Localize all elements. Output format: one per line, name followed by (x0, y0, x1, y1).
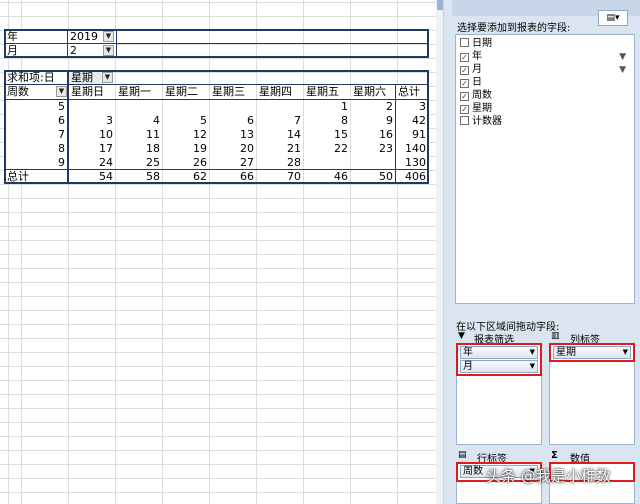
pivot-rowlabel-divider (67, 70, 69, 184)
field-item-counter[interactable]: 计数器 (460, 115, 502, 128)
checkbox-checked-icon[interactable]: ✓ (460, 105, 469, 114)
choose-fields-label: 选择要添加到报表的字段: (457, 23, 571, 34)
layout-icon: ▤▾ (606, 13, 620, 23)
checkbox-checked-icon[interactable]: ✓ (460, 79, 469, 88)
checkbox-checked-icon[interactable]: ✓ (460, 66, 469, 75)
worksheet[interactable]: 年 2019 ▼ 月 2 ▼ 求和项:日 星期 ▼ 周数 ▼ 星期日 星期一 星… (0, 0, 436, 504)
field-item-month[interactable]: ✓ 月 (460, 63, 482, 76)
field-name: 星期 (472, 103, 492, 114)
checkbox-icon[interactable] (460, 38, 469, 47)
field-list-box: 日期 ✓ 年 ✓ 月 ✓ 日 ✓ 周数 ✓ 星期 计数器 ▼ ▼ (455, 34, 635, 304)
field-name: 计数器 (472, 116, 502, 127)
filter-funnel-icon: ▼ (619, 52, 626, 62)
highlight-box (456, 343, 542, 376)
pivot-total-col-divider (395, 84, 396, 184)
checkbox-checked-icon[interactable]: ✓ (460, 53, 469, 62)
field-item-year[interactable]: ✓ 年 (460, 50, 482, 63)
field-item-day[interactable]: ✓ 日 (460, 76, 482, 89)
checkbox-icon[interactable] (460, 116, 469, 125)
field-name: 日期 (472, 38, 492, 49)
filter-funnel-icon: ▼ (619, 65, 626, 75)
field-name: 日 (472, 77, 482, 88)
field-item-weekday[interactable]: ✓ 星期 (460, 102, 492, 115)
field-name: 月 (472, 64, 482, 75)
field-name: 周数 (472, 90, 492, 101)
column-label-icon: ▥ (551, 331, 560, 341)
filter-col-divider (67, 29, 68, 58)
checkbox-checked-icon[interactable]: ✓ (460, 92, 469, 101)
row-label-icon: ▤ (458, 450, 467, 460)
field-name: 年 (472, 51, 482, 62)
watermark-text: 头条 @我是小稚数 (486, 467, 611, 485)
sheet-vertical-scrollbar[interactable] (436, 0, 444, 504)
field-list-layout-button[interactable]: ▤▾ (598, 10, 628, 26)
field-item-weeknum[interactable]: ✓ 周数 (460, 89, 492, 102)
highlight-box (549, 343, 635, 362)
field-item-date[interactable]: 日期 (460, 37, 492, 50)
report-filter-icon: ▼ (458, 331, 465, 341)
filter-col-divider-2 (116, 29, 117, 58)
sigma-icon: Σ (551, 450, 558, 461)
scrollbar-thumb[interactable] (437, 0, 443, 10)
